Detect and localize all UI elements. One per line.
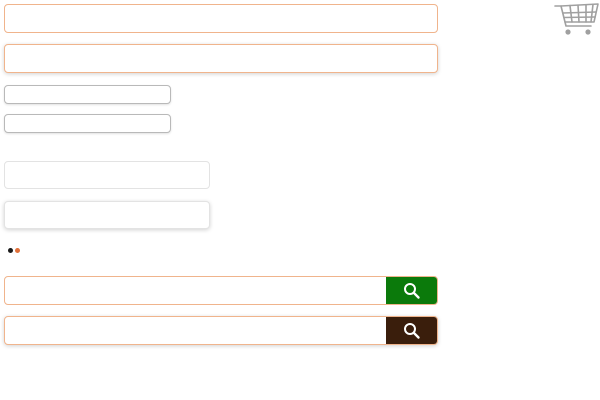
small-input-2[interactable] — [4, 114, 171, 133]
text-input-2[interactable] — [4, 44, 438, 73]
shopping-cart-button[interactable] — [554, 2, 600, 38]
medium-input-2[interactable] — [4, 201, 210, 229]
search-icon — [403, 322, 420, 339]
text-input-1[interactable] — [4, 4, 438, 33]
search-button-dark[interactable] — [386, 317, 437, 344]
search-icon — [403, 282, 420, 299]
search-input-1[interactable] — [5, 277, 386, 304]
shopping-cart-icon — [554, 3, 599, 35]
search-input-2[interactable] — [5, 317, 386, 344]
search-bar-green — [4, 276, 438, 305]
search-button-green[interactable] — [386, 277, 437, 304]
carousel-dot-1[interactable] — [8, 248, 13, 253]
small-input-1[interactable] — [4, 85, 171, 104]
carousel-dot-2[interactable] — [15, 248, 20, 253]
search-bar-dark — [4, 316, 438, 345]
page — [0, 0, 600, 400]
medium-input-1[interactable] — [4, 161, 210, 189]
carousel-dots — [8, 248, 20, 253]
